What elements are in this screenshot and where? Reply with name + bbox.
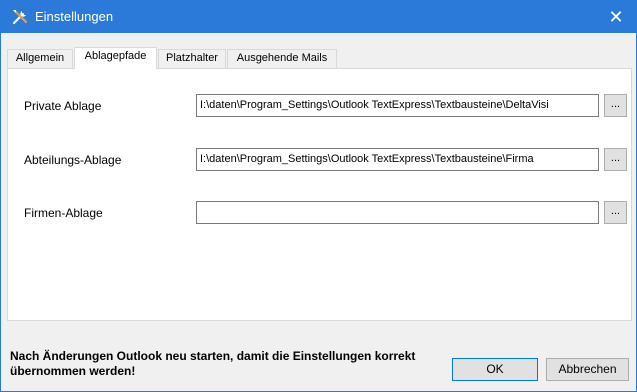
restart-notice: Nach Änderungen Outlook neu starten, dam…: [10, 349, 450, 379]
abteilungs-ablage-browse-button[interactable]: ...: [604, 148, 627, 171]
abteilungs-ablage-label: Abteilungs-Ablage: [24, 153, 122, 167]
tab-ablagepfade[interactable]: Ablagepfade: [74, 47, 157, 69]
firmen-ablage-browse-button[interactable]: ...: [604, 201, 627, 224]
cancel-button[interactable]: Abbrechen: [546, 358, 629, 381]
tab-ausgehende-mails[interactable]: Ausgehende Mails: [227, 49, 337, 68]
abteilungs-ablage-input[interactable]: I:\daten\Program_Settings\Outlook TextEx…: [196, 148, 599, 171]
tools-icon: [11, 8, 29, 26]
private-ablage-label: Private Ablage: [24, 99, 102, 113]
window-title: Einstellungen: [35, 9, 114, 24]
tab-platzhalter[interactable]: Platzhalter: [158, 49, 226, 68]
close-icon[interactable]: ✕: [604, 5, 628, 29]
private-ablage-input[interactable]: I:\daten\Program_Settings\Outlook TextEx…: [196, 94, 599, 117]
firmen-ablage-input[interactable]: [196, 201, 599, 224]
ok-button[interactable]: OK: [452, 358, 538, 381]
title-bar: Einstellungen ✕: [1, 1, 636, 33]
restart-notice-line2: übernommen werden!: [10, 364, 136, 378]
tab-allgemein[interactable]: Allgemein: [7, 49, 73, 68]
firmen-ablage-label: Firmen-Ablage: [24, 206, 103, 220]
restart-notice-line1: Nach Änderungen Outlook neu starten, dam…: [10, 349, 416, 363]
settings-window: Einstellungen ✕ Allgemein Ablagepfade Pl…: [0, 0, 637, 392]
ablagepfade-panel: Private Ablage I:\daten\Program_Settings…: [7, 68, 632, 321]
private-ablage-browse-button[interactable]: ...: [604, 94, 627, 117]
